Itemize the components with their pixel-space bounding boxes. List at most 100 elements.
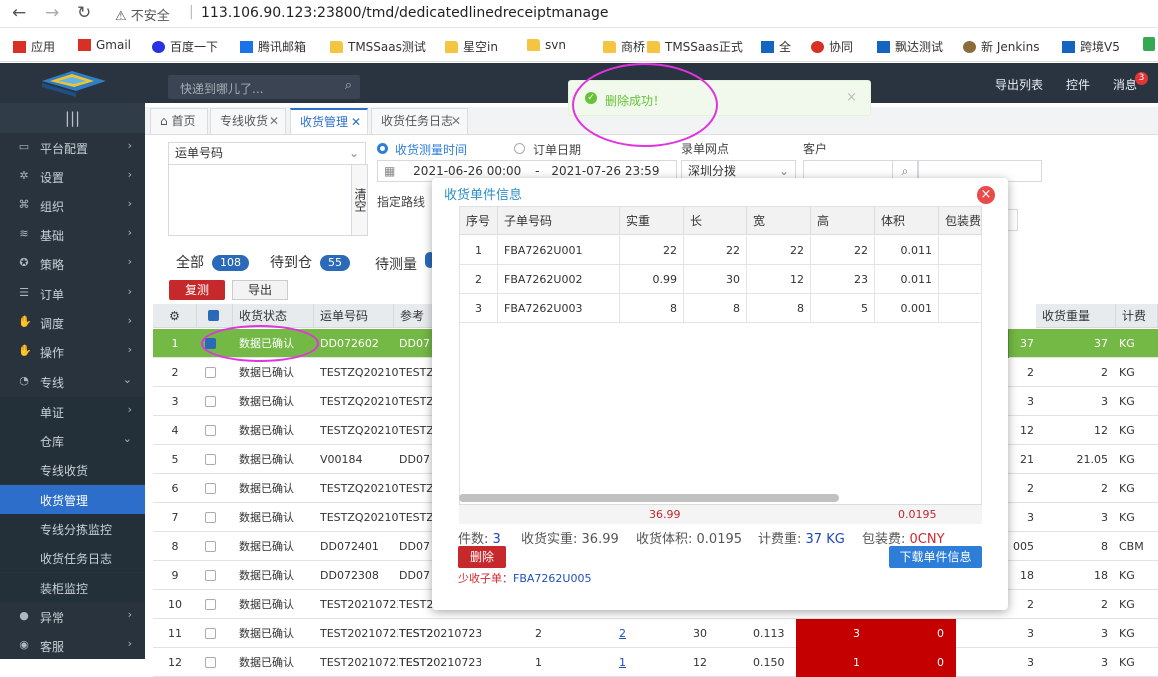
close-icon[interactable]: ✕ <box>269 109 279 133</box>
tab-receiving-management[interactable]: 收货管理 ✕ <box>290 108 368 134</box>
sidebar-item[interactable]: 收货管理 <box>0 485 145 514</box>
back-arrow-icon[interactable]: ← <box>12 3 26 23</box>
sidebar-toggle-icon[interactable]: ||| <box>0 103 145 133</box>
export-list-link[interactable]: 导出列表 <box>995 76 1043 93</box>
extension-icon[interactable] <box>1143 37 1155 51</box>
col-waybill[interactable]: 运单号码 <box>314 304 394 328</box>
search-icon[interactable]: ⌕ <box>345 78 352 93</box>
piece-col-header[interactable]: 高 <box>811 207 875 235</box>
export-button[interactable]: 导出 <box>232 280 288 300</box>
delete-button[interactable]: 删除 <box>458 546 506 568</box>
security-warning[interactable]: ⚠ 不安全 <box>115 5 170 24</box>
clear-button[interactable]: 清空 <box>351 164 368 236</box>
piece-col-header[interactable]: 子单号码 <box>498 207 620 235</box>
remeasure-button[interactable]: 复测 <box>169 280 225 300</box>
sidebar-item[interactable]: ● 异常 › <box>0 602 145 631</box>
close-icon[interactable]: × <box>846 90 857 105</box>
tab-receiving-task-log[interactable]: 收货任务日志 ✕ <box>371 108 468 134</box>
piece-col-header[interactable]: 序号 <box>460 207 498 235</box>
bookmark-item[interactable]: 商桥 <box>603 38 645 55</box>
table-row[interactable]: 11数据已确认TEST202107232TEST2021072327TEST20… <box>153 619 1158 648</box>
piece-col-header[interactable]: 宽 <box>747 207 811 235</box>
close-icon[interactable]: ✕ <box>351 110 361 134</box>
bookmark-item[interactable]: 星空in <box>445 38 498 55</box>
table-row[interactable]: 12数据已确认TEST202107232TEST2021072327TEST20… <box>153 648 1158 677</box>
controls-link[interactable]: 控件 <box>1066 76 1090 93</box>
piece-row[interactable]: 2 FBA7262U002 0.99 30 12 23 0.011 <box>460 265 982 294</box>
horizontal-scrollbar[interactable] <box>459 494 839 502</box>
sidebar-item[interactable]: 收货任务日志 <box>0 543 145 572</box>
sidebar-item[interactable]: ✪ 策略 › <box>0 249 145 278</box>
piece-row[interactable]: 3 FBA7262U003 8 8 8 5 0.001 <box>460 294 982 323</box>
bookmark-item[interactable]: TMSSaas正式 <box>647 38 743 55</box>
field-type-select[interactable]: 运单号码 ⌄ <box>168 142 366 165</box>
sidebar-item[interactable]: ▭ 平台配置 › <box>0 133 145 162</box>
grid-settings-icon[interactable]: ⚙ <box>153 304 197 328</box>
piece-row[interactable]: 1 FBA7262U001 22 22 22 22 0.011 <box>460 236 982 265</box>
piece-col-header[interactable]: 包装费 <box>939 207 982 235</box>
piece-col-header[interactable]: 长 <box>684 207 747 235</box>
close-icon[interactable]: ✕ <box>451 109 461 133</box>
sidebar-item[interactable]: 专线收货 <box>0 455 145 484</box>
close-icon[interactable]: × <box>977 186 995 204</box>
sidebar-item[interactable]: 装柜监控 <box>0 573 145 602</box>
tab-home[interactable]: ⌂ 首页 <box>150 108 208 134</box>
order-date-radio[interactable] <box>514 143 525 154</box>
col-recv-weight[interactable]: 收货重量 <box>1036 304 1116 328</box>
forward-arrow-icon[interactable]: → <box>45 3 59 23</box>
row-checkbox[interactable] <box>205 570 216 581</box>
sidebar-item[interactable]: ☰ 订单 › <box>0 279 145 308</box>
bookmark-item[interactable]: svn <box>527 38 566 52</box>
sidebar-item[interactable]: ✋ 调度 › <box>0 308 145 337</box>
status-tab-pending-measure[interactable]: 待测量 <box>375 252 435 274</box>
bookmark-item[interactable]: 应用 <box>13 38 55 55</box>
url-text[interactable]: 113.106.90.123:23800/tmd/dedicatedlinedr… <box>201 5 609 21</box>
col-ref[interactable]: 参考单 <box>394 304 434 347</box>
reload-icon[interactable]: ↻ <box>77 3 91 23</box>
col-status[interactable]: 收货状态 <box>233 304 314 328</box>
row-checkbox[interactable] <box>205 541 216 552</box>
status-tab-all[interactable]: 全部 108 <box>176 252 249 272</box>
row-checkbox[interactable] <box>205 396 216 407</box>
row-checkbox[interactable] <box>205 512 216 523</box>
status-tab-pending-arrival[interactable]: 待到仓 55 <box>270 252 350 272</box>
bookmark-item[interactable]: Gmail <box>78 38 131 52</box>
missing-value[interactable]: FBA7262U005 <box>513 572 591 585</box>
messages-link[interactable]: 消息 <box>1113 76 1137 93</box>
tracking-search-input[interactable]: 快递到哪儿了... ⌕ <box>168 75 360 99</box>
sidebar-item[interactable]: ≋ 基础 › <box>0 220 145 249</box>
sidebar-item[interactable]: ✲ 设置 › <box>0 162 145 191</box>
row-checkbox[interactable] <box>205 454 216 465</box>
measure-time-radio[interactable] <box>377 143 388 154</box>
sidebar-item[interactable]: ◉ 客服 › <box>0 631 145 660</box>
bookmark-item[interactable]: 百度一下 <box>152 38 218 55</box>
piece-link-cell[interactable]: 2 <box>619 619 633 648</box>
sidebar-item[interactable]: ✋ 操作 › <box>0 337 145 366</box>
download-pieces-button[interactable]: 下载单件信息 <box>889 546 982 568</box>
bookmark-item[interactable]: 新 Jenkins <box>963 38 1039 55</box>
row-checkbox[interactable] <box>205 425 216 436</box>
sidebar-item[interactable]: ◔ 专线 ⌄ <box>0 367 145 396</box>
col-unit[interactable]: 计费单 <box>1116 304 1158 347</box>
sidebar-item[interactable]: ⌘ 组织 › <box>0 191 145 220</box>
sidebar-item[interactable]: 专线分拣监控 <box>0 514 145 543</box>
select-all-checkbox[interactable] <box>208 310 219 321</box>
piece-link-cell[interactable]: 1 <box>619 648 633 677</box>
row-checkbox[interactable] <box>205 628 216 639</box>
bookmark-item[interactable]: 协同 <box>811 38 853 55</box>
bookmark-item[interactable]: 飘达测试 <box>877 38 943 55</box>
sidebar-item[interactable]: 仓库 ⌄ <box>0 426 145 455</box>
tab-line-receiving[interactable]: 专线收货 ✕ <box>210 108 286 134</box>
piece-col-header[interactable]: 体积 <box>875 207 939 235</box>
bookmark-item[interactable]: TMSSaas测试 <box>330 38 426 55</box>
row-checkbox[interactable] <box>205 483 216 494</box>
piece-col-header[interactable]: 实重 <box>620 207 684 235</box>
sidebar-item[interactable]: 单证 › <box>0 397 145 426</box>
bookmark-item[interactable]: 腾讯邮箱 <box>240 38 306 55</box>
bookmark-item[interactable]: 跨境V5 <box>1062 38 1120 55</box>
bookmark-item[interactable]: 全 <box>761 38 791 55</box>
waybill-numbers-textarea[interactable] <box>168 164 352 236</box>
row-checkbox[interactable] <box>205 599 216 610</box>
bookmark-label: 飘达测试 <box>895 40 944 54</box>
row-checkbox[interactable] <box>205 367 216 378</box>
